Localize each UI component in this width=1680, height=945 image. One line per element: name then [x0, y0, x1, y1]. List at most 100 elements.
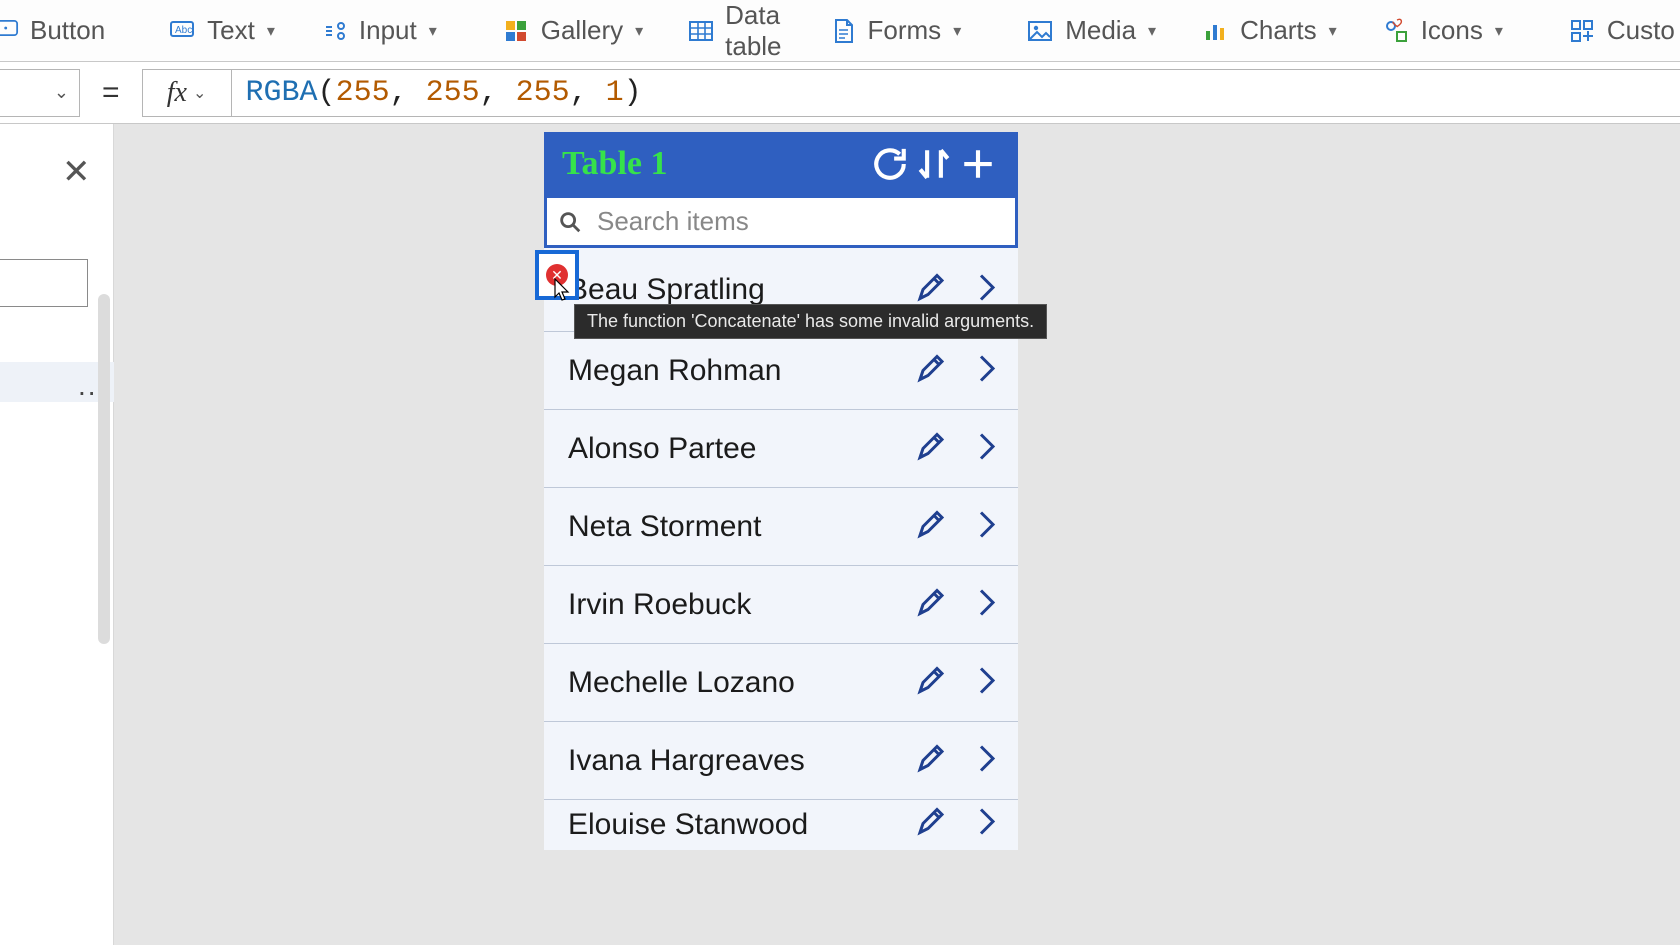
- property-dropdown[interactable]: ⌄: [0, 69, 80, 117]
- app-header: Table 1: [544, 132, 1018, 196]
- close-icon[interactable]: ✕: [62, 152, 91, 192]
- ribbon-label: Custo: [1607, 15, 1675, 46]
- ribbon-media[interactable]: Media ▾: [1009, 9, 1172, 52]
- item-name: Elouise Stanwood: [568, 808, 808, 842]
- formula-input[interactable]: RGBA(255, 255, 255, 1): [232, 69, 1680, 117]
- tree-panel: ✕ ...: [0, 124, 114, 945]
- charts-icon: [1200, 16, 1230, 46]
- sort-icon: [912, 142, 956, 186]
- chevron-down-icon: ▾: [429, 21, 437, 41]
- chevron-down-icon: ⌄: [54, 82, 69, 103]
- app-screen: Table 1: [544, 132, 1018, 850]
- search-input[interactable]: [583, 206, 1005, 237]
- tree-search-box[interactable]: [0, 259, 88, 307]
- list-item[interactable]: Elouise Stanwood: [544, 800, 1018, 850]
- chevron-down-icon: ▾: [267, 21, 275, 41]
- ribbon-label: Data table: [725, 0, 783, 62]
- items-list: The function 'Concatenate' has some inva…: [544, 248, 1018, 850]
- edit-button[interactable]: [916, 807, 946, 842]
- chevron-down-icon: ▾: [1148, 21, 1156, 41]
- edit-button[interactable]: [916, 743, 946, 778]
- insert-ribbon: Button Abc Text ▾ Input ▾ Gallery ▾ Data…: [0, 0, 1680, 62]
- ribbon-custom[interactable]: Custo: [1551, 9, 1680, 52]
- chevron-down-icon: ⌄: [193, 83, 206, 103]
- formula-fn: RGBA: [246, 76, 318, 110]
- edit-button[interactable]: [916, 509, 946, 544]
- ribbon-label: Media: [1065, 15, 1136, 46]
- ribbon-input[interactable]: Input ▾: [303, 9, 453, 52]
- equals-label: =: [102, 76, 120, 110]
- open-button[interactable]: [976, 743, 998, 778]
- ribbon-button-control[interactable]: Button: [0, 8, 119, 54]
- error-tooltip: The function 'Concatenate' has some inva…: [574, 304, 1047, 339]
- search-icon: [557, 209, 583, 235]
- sort-button[interactable]: [912, 142, 956, 186]
- edit-button[interactable]: [916, 353, 946, 388]
- icons-icon: [1381, 16, 1411, 46]
- chevron-down-icon: ▾: [953, 21, 961, 41]
- ribbon-label: Input: [359, 15, 417, 46]
- ribbon-label: Forms: [868, 15, 942, 46]
- ribbon-icons[interactable]: Icons ▾: [1365, 9, 1519, 52]
- open-button[interactable]: [976, 272, 998, 307]
- open-button[interactable]: [976, 587, 998, 622]
- edit-button[interactable]: [916, 272, 946, 307]
- open-button[interactable]: [976, 353, 998, 388]
- ribbon-label: Gallery: [541, 15, 623, 46]
- formula-bar: ⌄ = fx ⌄ RGBA(255, 255, 255, 1): [0, 62, 1680, 124]
- ribbon-label: Charts: [1240, 15, 1317, 46]
- edit-button[interactable]: [916, 665, 946, 700]
- refresh-button[interactable]: [868, 142, 912, 186]
- list-item[interactable]: Megan Rohman: [544, 332, 1018, 410]
- open-button[interactable]: [976, 431, 998, 466]
- item-name: Irvin Roebuck: [568, 588, 751, 622]
- open-button[interactable]: [976, 807, 998, 842]
- text-icon: Abc: [167, 16, 197, 46]
- input-icon: [319, 16, 349, 46]
- ribbon-charts[interactable]: Charts ▾: [1184, 9, 1353, 52]
- plus-icon: [956, 142, 1000, 186]
- add-button[interactable]: [956, 142, 1000, 186]
- refresh-icon: [868, 142, 912, 186]
- ribbon-text[interactable]: Abc Text ▾: [151, 9, 291, 52]
- svg-text:Abc: Abc: [175, 25, 192, 36]
- mouse-cursor: [553, 278, 573, 304]
- gallery-icon: [501, 16, 531, 46]
- app-title: Table 1: [562, 145, 868, 183]
- list-item[interactable]: Ivana Hargreaves: [544, 722, 1018, 800]
- fx-icon: fx: [167, 77, 187, 109]
- open-button[interactable]: [976, 665, 998, 700]
- ribbon-label: Icons: [1421, 15, 1483, 46]
- media-icon: [1025, 16, 1055, 46]
- ribbon-label: Text: [207, 15, 255, 46]
- list-item[interactable]: Alonso Partee: [544, 410, 1018, 488]
- ribbon-forms[interactable]: Forms ▾: [812, 9, 978, 52]
- item-name: Neta Storment: [568, 510, 761, 544]
- design-canvas[interactable]: Table 1: [114, 124, 1680, 945]
- list-item[interactable]: The function 'Concatenate' has some inva…: [544, 248, 1018, 332]
- fx-dropdown[interactable]: fx ⌄: [142, 69, 232, 117]
- forms-icon: [828, 16, 858, 46]
- edit-button[interactable]: [916, 431, 946, 466]
- ribbon-datatable[interactable]: Data table: [671, 0, 799, 68]
- ribbon-gallery[interactable]: Gallery ▾: [485, 9, 659, 52]
- chevron-down-icon: ▾: [1329, 21, 1337, 41]
- item-name: Megan Rohman: [568, 354, 781, 388]
- item-name: Mechelle Lozano: [568, 666, 795, 700]
- list-item[interactable]: Irvin Roebuck: [544, 566, 1018, 644]
- chevron-down-icon: ▾: [635, 21, 643, 41]
- item-name: Ivana Hargreaves: [568, 744, 805, 778]
- button-icon: [0, 14, 20, 48]
- list-item[interactable]: Neta Storment: [544, 488, 1018, 566]
- search-box[interactable]: [544, 196, 1018, 248]
- open-button[interactable]: [976, 509, 998, 544]
- edit-button[interactable]: [916, 587, 946, 622]
- ribbon-label: Button: [30, 15, 105, 46]
- item-name: Beau Spratling: [568, 273, 765, 307]
- work-area: ✕ ... Table 1: [0, 124, 1680, 945]
- tree-scrollbar[interactable]: [98, 294, 110, 644]
- list-item[interactable]: Mechelle Lozano: [544, 644, 1018, 722]
- datatable-icon: [687, 16, 715, 46]
- item-name: Alonso Partee: [568, 432, 756, 466]
- custom-icon: [1567, 16, 1597, 46]
